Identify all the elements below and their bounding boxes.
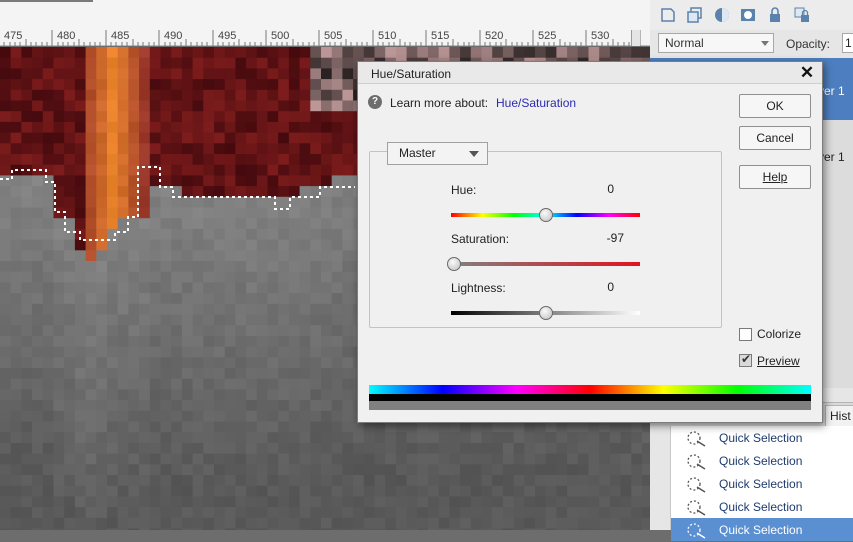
ruler-tick-label: 495: [218, 30, 237, 42]
channel-value: Master: [399, 146, 436, 160]
quick-selection-icon: [685, 521, 707, 539]
new-group-icon[interactable]: [686, 6, 704, 24]
lock-icon[interactable]: [766, 6, 784, 24]
saturation-label: Saturation:: [451, 232, 510, 246]
ruler-tick-label: 490: [164, 30, 183, 42]
quick-selection-icon: [685, 429, 707, 447]
colorize-label[interactable]: Colorize: [757, 327, 801, 341]
quick-selection-icon: [685, 452, 707, 470]
ruler-tick-label: 520: [485, 30, 504, 42]
history-item-label: Quick Selection: [719, 431, 803, 445]
history-item-label: Quick Selection: [719, 500, 803, 514]
layer-mask-icon[interactable]: [739, 6, 757, 24]
history-item[interactable]: Quick Selection: [671, 472, 853, 495]
ruler-tick-label: 510: [378, 30, 397, 42]
history-item-label: Quick Selection: [719, 523, 803, 537]
history-item[interactable]: Quick Selection: [671, 426, 853, 449]
ruler-corner: [631, 30, 640, 46]
checkmark-icon: ✔: [741, 352, 752, 366]
adjustment-group: [369, 151, 722, 328]
opacity-label: Opacity:: [786, 37, 831, 51]
close-icon[interactable]: ✕: [798, 63, 816, 83]
dialog-title: Hue/Saturation: [371, 67, 452, 81]
lightness-value[interactable]: 0: [574, 280, 614, 294]
new-layer-icon[interactable]: [659, 6, 677, 24]
preview-label[interactable]: Preview: [757, 354, 800, 368]
hue-label: Hue:: [451, 183, 477, 197]
adjustment-layer-icon[interactable]: [713, 6, 731, 24]
tab-history[interactable]: Hist: [825, 405, 853, 427]
history-list: Quick Selection Quick Selection Quick Sele…: [670, 426, 853, 541]
output-spectrum-bar: [369, 401, 811, 410]
learn-more-link[interactable]: Hue/Saturation: [496, 96, 576, 110]
learn-more-label: Learn more about:: [390, 96, 489, 110]
ruler-tick-label: 475: [4, 30, 23, 42]
saturation-value[interactable]: -97: [584, 231, 624, 245]
history-item[interactable]: Quick Selection: [671, 449, 853, 472]
ruler-tick-label: 530: [591, 30, 610, 42]
layers-toolbar: [650, 0, 853, 30]
colorize-checkbox[interactable]: [739, 328, 752, 341]
quick-selection-icon: [685, 498, 707, 516]
channel-select[interactable]: Master: [387, 142, 488, 165]
saturation-slider-track[interactable]: [451, 262, 640, 266]
help-icon: ?: [368, 95, 382, 109]
preview-checkbox[interactable]: ✔: [739, 352, 752, 367]
tab-history-label: Hist: [830, 409, 851, 423]
dialog-titlebar[interactable]: Hue/Saturation ✕: [358, 62, 822, 84]
ruler-tick-label: 485: [111, 30, 130, 42]
ok-button[interactable]: OK: [739, 94, 811, 118]
ruler-tick-label: 515: [431, 30, 450, 42]
spectrum-divider: [369, 394, 811, 401]
lock-all-icon[interactable]: [793, 6, 811, 24]
ruler-top-edge: [0, 0, 93, 2]
cancel-button[interactable]: Cancel: [739, 126, 811, 150]
chevron-down-icon: [469, 151, 479, 157]
opacity-field[interactable]: 1: [842, 33, 853, 53]
blend-mode-value: Normal: [665, 36, 704, 50]
ruler-tick-label: 480: [57, 30, 76, 42]
input-spectrum-bar: [369, 385, 811, 394]
opacity-value: 1: [845, 36, 852, 50]
ruler-tick-label: 500: [271, 30, 290, 42]
hue-value[interactable]: 0: [574, 182, 614, 196]
help-button[interactable]: Help: [739, 165, 811, 189]
blend-mode-select[interactable]: Normal: [658, 33, 774, 53]
hue-saturation-dialog: Hue/Saturation ✕ ? Learn more about: Hue…: [357, 61, 823, 423]
lightness-slider-thumb[interactable]: [538, 306, 553, 320]
quick-selection-icon: [685, 475, 707, 493]
chevron-down-icon: [761, 41, 769, 46]
saturation-slider-thumb[interactable]: [446, 257, 461, 271]
ruler-tick-label: 505: [324, 30, 343, 42]
hue-slider-thumb[interactable]: [538, 208, 553, 222]
history-item[interactable]: Quick Selection: [671, 495, 853, 518]
ruler-tick-label: 525: [538, 30, 557, 42]
history-item-label: Quick Selection: [719, 454, 803, 468]
lightness-label: Lightness:: [451, 281, 506, 295]
horizontal-ruler: 475 480 485 490 495 500 505 510 515 520 525 530: [0, 0, 650, 46]
blend-row: Normal Opacity: 1: [650, 30, 853, 58]
history-item-label: Quick Selection: [719, 477, 803, 491]
